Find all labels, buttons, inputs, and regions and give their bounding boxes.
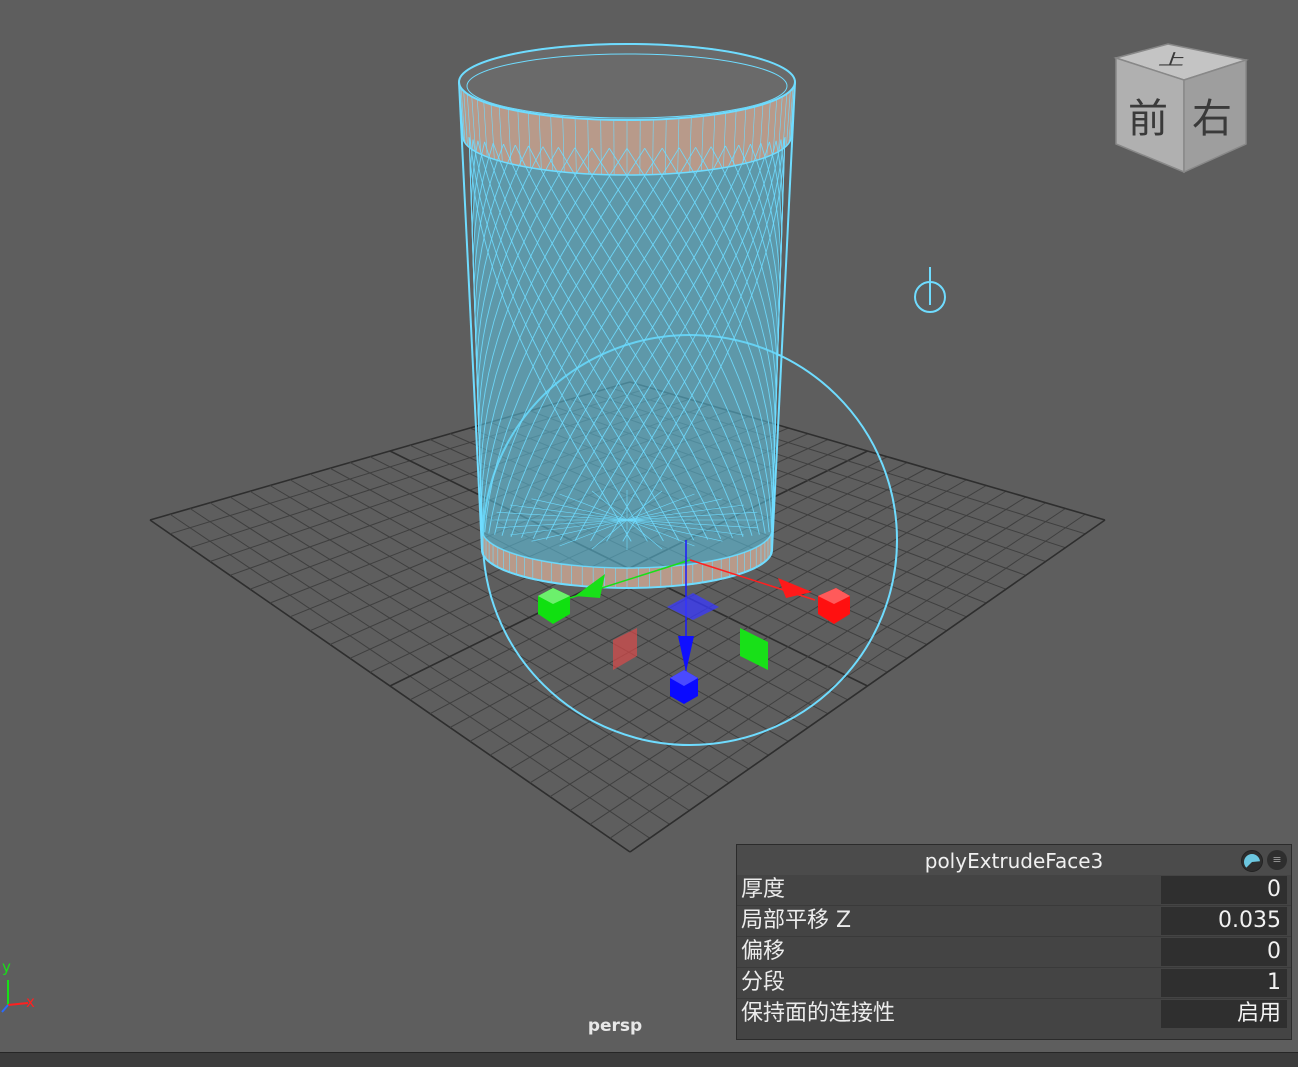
persp-viewport[interactable]: y x persp 上 前 右 polyExtrudeFace3 ≡ 厚度 0 … — [0, 0, 1298, 1066]
channel-box-panel: polyExtrudeFace3 ≡ 厚度 0 局部平移 Z 0.035 偏移 … — [736, 844, 1292, 1040]
attribute-list: 厚度 0 局部平移 Z 0.035 偏移 0 分段 1 保持面的连接性 启用 — [737, 875, 1291, 1029]
attribute-value[interactable]: 启用 — [1161, 1000, 1287, 1028]
attribute-label: 偏移 — [741, 937, 785, 967]
attribute-row[interactable]: 保持面的连接性 启用 — [737, 998, 1291, 1029]
axis-indicator-icon — [2, 980, 28, 1012]
cube-right-face[interactable]: 右 — [1192, 86, 1232, 144]
node-title: polyExtrudeFace3 ≡ — [737, 845, 1291, 875]
y-axis-label: y — [2, 958, 11, 976]
view-cube[interactable]: 上 前 右 — [1110, 40, 1250, 184]
attribute-row[interactable]: 厚度 0 — [737, 875, 1291, 905]
pivot-icon — [915, 267, 945, 312]
camera-label: persp — [560, 1016, 670, 1036]
attribute-value[interactable]: 1 — [1161, 969, 1287, 997]
node-title-text: polyExtrudeFace3 — [925, 849, 1104, 873]
attribute-row[interactable]: 偏移 0 — [737, 936, 1291, 967]
pie-chart-icon[interactable] — [1241, 850, 1263, 872]
attribute-label: 局部平移 Z — [741, 906, 851, 936]
attribute-label: 厚度 — [741, 875, 785, 905]
attribute-value[interactable]: 0 — [1161, 938, 1287, 966]
attribute-row[interactable]: 分段 1 — [737, 967, 1291, 998]
attribute-label: 保持面的连接性 — [741, 999, 895, 1029]
cube-front-face[interactable]: 前 — [1128, 86, 1168, 144]
attribute-value[interactable]: 0 — [1161, 876, 1287, 904]
menu-icon[interactable]: ≡ — [1267, 850, 1287, 870]
cylinder-mesh — [459, 44, 795, 588]
attribute-row[interactable]: 局部平移 Z 0.035 — [737, 905, 1291, 936]
attribute-value[interactable]: 0.035 — [1161, 907, 1287, 935]
attribute-label: 分段 — [741, 968, 785, 998]
viewport-bottom-bar — [0, 1052, 1298, 1067]
x-axis-label: x — [26, 993, 35, 1011]
